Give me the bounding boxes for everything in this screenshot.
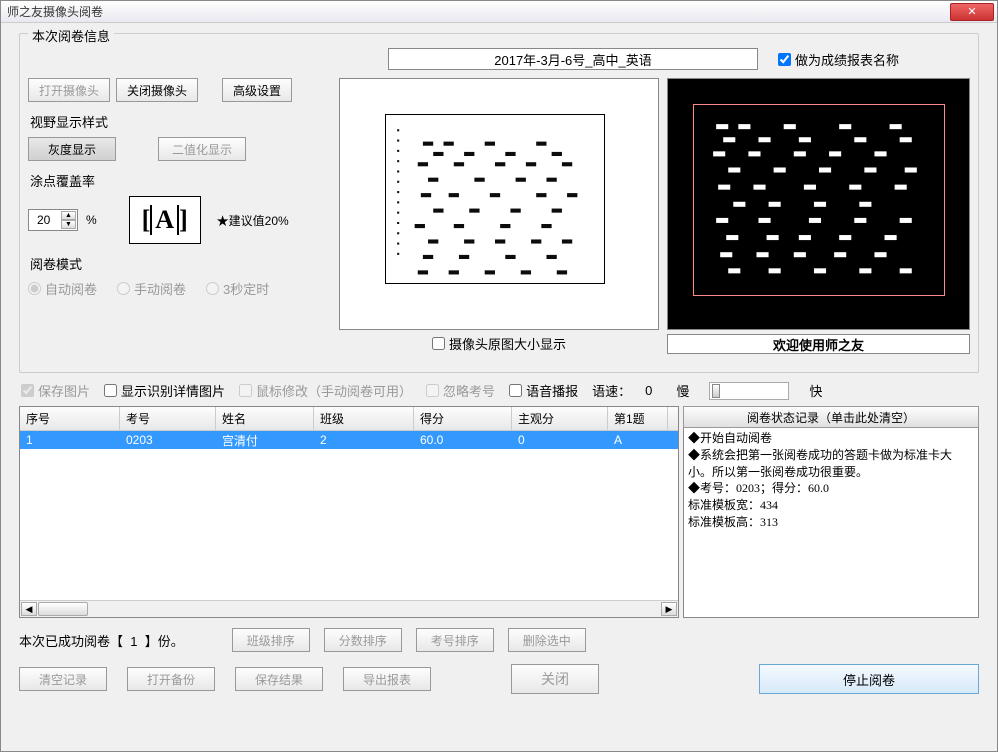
th-score[interactable]: 得分 [414, 407, 512, 430]
save-result-button[interactable]: 保存结果 [235, 667, 323, 691]
answer-sheet-icon [385, 114, 605, 284]
fast-label: 快 [809, 381, 822, 400]
speed-slider[interactable] [709, 382, 789, 400]
voice-checkbox[interactable]: 语音播报 [509, 381, 578, 400]
open-camera-button[interactable]: 打开摄像头 [28, 78, 110, 102]
close-button[interactable]: 关闭 [511, 664, 599, 694]
exam-name-input[interactable] [388, 48, 758, 70]
speed-label: 语速： [592, 381, 631, 400]
mouse-edit-checkbox[interactable]: 鼠标修改（手动阅卷可用） [239, 381, 412, 400]
mode-manual-radio[interactable]: 手动阅卷 [117, 279, 186, 298]
log-header-button[interactable]: 阅卷状态记录（单击此处清空） [683, 406, 979, 428]
log-line: ◆开始自动阅卷 [688, 430, 974, 447]
spin-down-icon[interactable]: ▼ [61, 220, 76, 229]
mode-label: 阅卷模式 [30, 254, 331, 273]
mode-auto-radio[interactable]: 自动阅卷 [28, 279, 97, 298]
coverage-spinner[interactable]: 20 ▲▼ [28, 209, 78, 231]
export-report-button[interactable]: 导出报表 [343, 667, 431, 691]
original-size-checkbox[interactable]: 摄像头原图大小显示 [432, 334, 566, 353]
log-line: ◆系统会把第一张阅卷成功的答题卡做为标准卡大小。所以第一张阅卷成功很重要。 [688, 447, 974, 481]
table-body[interactable]: 1 0203 宫清付 2 60.0 0 A [20, 431, 678, 600]
speed-value: 0 [645, 383, 652, 398]
scroll-right-icon[interactable]: ▶ [661, 602, 677, 616]
stop-grading-button[interactable]: 停止阅卷 [759, 664, 979, 694]
spin-up-icon[interactable]: ▲ [61, 211, 76, 220]
welcome-banner: 欢迎使用师之友 [667, 334, 970, 354]
detection-frame-icon [693, 104, 945, 296]
sort-score-button[interactable]: 分数排序 [324, 628, 402, 652]
percent-label: % [86, 213, 97, 227]
view-style-label: 视野显示样式 [30, 112, 331, 131]
ignore-id-checkbox[interactable]: 忽略考号 [426, 381, 495, 400]
window-title: 师之友摄像头阅卷 [7, 3, 103, 20]
th-name[interactable]: 姓名 [216, 407, 314, 430]
th-q1[interactable]: 第1题 [608, 407, 668, 430]
use-as-report-checkbox[interactable]: 做为成绩报表名称 [778, 50, 899, 69]
clear-records-button[interactable]: 清空记录 [19, 667, 107, 691]
mode-timed-radio[interactable]: 3秒定时 [206, 279, 269, 298]
log-line: ◆考号：0203；得分：60.0 [688, 480, 974, 497]
th-subj[interactable]: 主观分 [512, 407, 608, 430]
binary-display-button[interactable]: 二值化显示 [158, 137, 246, 161]
use-as-report-box[interactable] [778, 53, 791, 66]
show-detail-checkbox[interactable]: 显示识别详情图片 [104, 381, 225, 400]
open-backup-button[interactable]: 打开备份 [127, 667, 215, 691]
delete-selected-button[interactable]: 删除选中 [508, 628, 586, 652]
close-window-button[interactable]: ✕ [950, 3, 994, 21]
scroll-left-icon[interactable]: ◀ [21, 602, 37, 616]
th-id[interactable]: 考号 [120, 407, 216, 430]
table-header: 序号 考号 姓名 班级 得分 主观分 第1题 [20, 407, 678, 431]
use-as-report-label: 做为成绩报表名称 [795, 50, 899, 69]
slow-label: 慢 [676, 381, 689, 400]
gray-display-button[interactable]: 灰度显示 [28, 137, 116, 161]
results-table: 序号 考号 姓名 班级 得分 主观分 第1题 1 0203 宫清付 2 60.0 [19, 406, 679, 618]
close-icon: ✕ [967, 5, 976, 18]
titlebar: 师之友摄像头阅卷 ✕ [1, 1, 997, 23]
th-seq[interactable]: 序号 [20, 407, 120, 430]
info-group: 本次阅卷信息 做为成绩报表名称 打开摄像头 关闭摄像头 高级设置 [19, 33, 979, 373]
table-row[interactable]: 1 0203 宫清付 2 60.0 0 A [20, 431, 678, 449]
advanced-settings-button[interactable]: 高级设置 [222, 78, 292, 102]
left-controls: 打开摄像头 关闭摄像头 高级设置 视野显示样式 灰度显示 二值化显示 涂点覆盖率 [28, 78, 331, 354]
sort-class-button[interactable]: 班级排序 [232, 628, 310, 652]
suggest-label: ★建议值20% [217, 212, 289, 229]
log-body[interactable]: ◆开始自动阅卷 ◆系统会把第一张阅卷成功的答题卡做为标准卡大小。所以第一张阅卷成… [683, 428, 979, 618]
done-count-label: 本次已成功阅卷【 1 】份。 [19, 631, 184, 650]
sort-id-button[interactable]: 考号排序 [416, 628, 494, 652]
save-img-checkbox[interactable]: 保存图片 [21, 381, 90, 400]
table-hscroll[interactable]: ◀ ▶ [20, 600, 678, 617]
camera-view [339, 78, 659, 330]
processed-view [667, 78, 970, 330]
coverage-label: 涂点覆盖率 [30, 171, 331, 190]
coverage-value: 20 [37, 213, 50, 227]
log-line: 标准模板宽：434 [688, 497, 974, 514]
info-group-title: 本次阅卷信息 [28, 26, 114, 45]
coverage-thumb: [A] [129, 196, 201, 244]
close-camera-button[interactable]: 关闭摄像头 [116, 78, 198, 102]
app-window: 师之友摄像头阅卷 ✕ 本次阅卷信息 做为成绩报表名称 打开摄像头 关闭摄像头 [0, 0, 998, 752]
th-class[interactable]: 班级 [314, 407, 414, 430]
options-row: 保存图片 显示识别详情图片 鼠标修改（手动阅卷可用） 忽略考号 语音播报 语速：… [19, 381, 979, 400]
log-line: 标准模板高：313 [688, 514, 974, 531]
